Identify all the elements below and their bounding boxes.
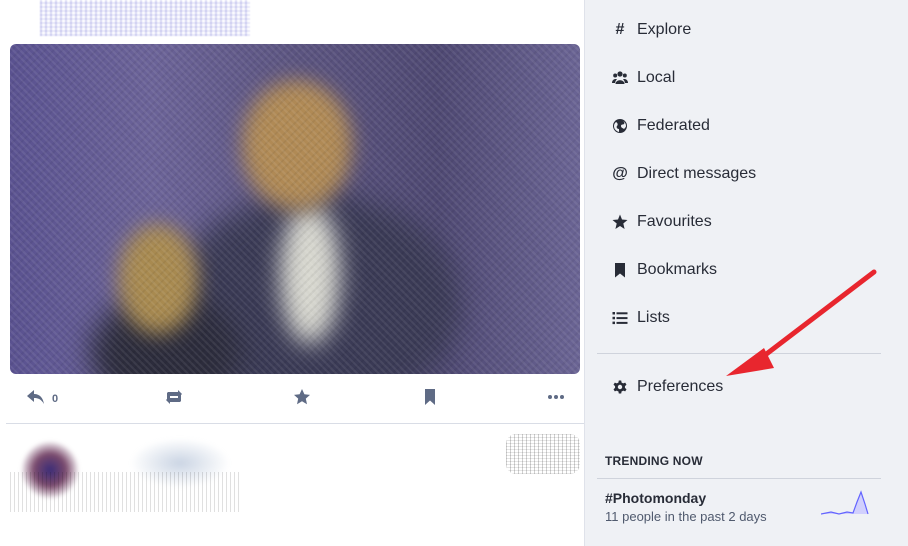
boost-button[interactable] [164, 388, 184, 410]
sidebar-item-direct-messages[interactable]: @ Direct messages [611, 158, 756, 190]
star-icon [292, 388, 312, 411]
bookmark-icon [611, 261, 629, 279]
trending-section: TRENDING NOW #Photomonday 11 people in t… [597, 454, 881, 524]
ellipsis-icon [546, 388, 566, 411]
blurred-content [10, 432, 240, 512]
trending-divider [597, 478, 881, 479]
blurred-content [40, 0, 250, 36]
sidebar-item-label: Federated [637, 117, 710, 134]
trending-sparkline [821, 490, 869, 515]
reply-button[interactable]: 0 [26, 388, 58, 410]
list-icon [611, 309, 629, 327]
globe-icon [611, 117, 629, 135]
sidebar-item-label: Preferences [637, 378, 724, 395]
navigation-panel: # Explore Local Federated @ Direct messa… [584, 0, 908, 546]
trending-heading: TRENDING NOW [605, 454, 703, 468]
blurred-content [506, 434, 580, 474]
blur-texture [10, 44, 580, 374]
reply-count: 0 [52, 393, 59, 405]
star-icon [611, 213, 629, 231]
nav-divider [597, 353, 881, 354]
status-column: 0 [0, 0, 584, 546]
sidebar-item-favourites[interactable]: Favourites [611, 206, 712, 238]
sidebar-item-bookmarks[interactable]: Bookmarks [611, 254, 717, 286]
more-options-button[interactable] [546, 388, 566, 410]
status-media-image[interactable] [10, 44, 580, 374]
sidebar-item-label: Bookmarks [637, 261, 718, 278]
sidebar-item-label: Direct messages [637, 165, 757, 182]
sidebar-item-label: Local [637, 69, 676, 86]
sidebar-item-label: Lists [637, 309, 670, 326]
sidebar-item-label: Explore [637, 21, 692, 38]
gear-icon [611, 378, 629, 396]
sidebar-item-label: Favourites [637, 213, 712, 230]
sidebar-item-explore[interactable]: # Explore [611, 14, 692, 46]
trending-item[interactable]: #Photomonday 11 people in the past 2 day… [605, 490, 881, 530]
bookmark-button[interactable] [420, 388, 440, 410]
sidebar-item-preferences[interactable]: Preferences [611, 371, 723, 403]
status-action-bar: 0 [6, 374, 584, 424]
sidebar-item-lists[interactable]: Lists [611, 302, 670, 334]
sidebar-item-federated[interactable]: Federated [611, 110, 710, 142]
blurred-content [10, 472, 240, 512]
at-icon: @ [612, 165, 628, 182]
users-icon [611, 69, 629, 87]
hashtag-icon: # [615, 21, 625, 38]
sidebar-item-local[interactable]: Local [611, 62, 675, 94]
bookmark-icon [420, 388, 440, 411]
reply-icon [26, 388, 46, 411]
retweet-icon [164, 388, 184, 411]
favourite-button[interactable] [292, 388, 312, 410]
